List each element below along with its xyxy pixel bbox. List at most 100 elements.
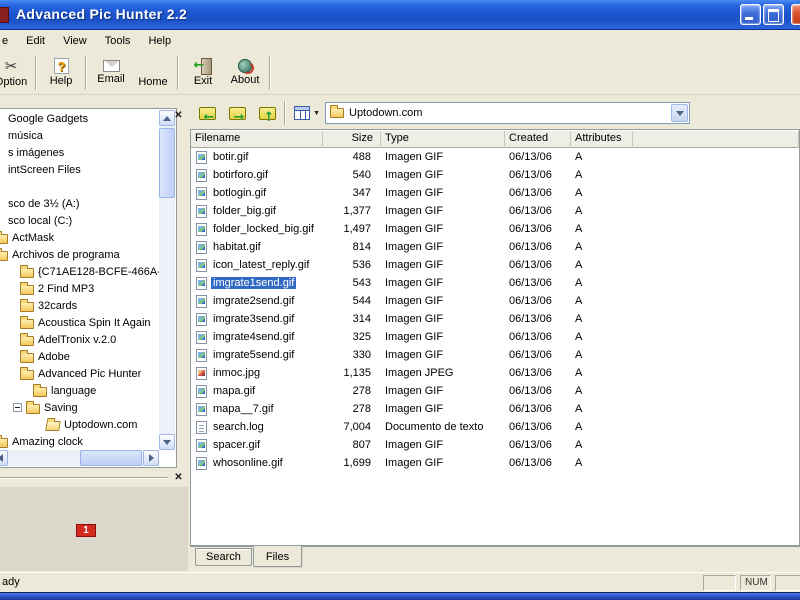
filename: icon_latest_reply.gif	[213, 259, 310, 271]
collapse-icon[interactable]	[13, 403, 22, 412]
tree-horizontal-scrollbar[interactable]	[0, 450, 159, 466]
email-icon	[102, 60, 120, 72]
tree-item[interactable]: Acoustica Spin It Again	[0, 314, 159, 331]
tree-item[interactable]: s imágenes	[0, 144, 159, 161]
vertical-scroll-thumb[interactable]	[159, 128, 175, 198]
file-row[interactable]: botir.gif 488 Imagen GIF 06/13/06 A	[191, 148, 799, 166]
tree-vertical-scrollbar[interactable]	[159, 110, 175, 450]
file-row[interactable]: mapa.gif 278 Imagen GIF 06/13/06 A	[191, 382, 799, 400]
tree-panel-close-icon[interactable]: ✕	[172, 109, 185, 122]
tree-item-label: {C71AE128-BCFE-466A-96F	[38, 265, 159, 278]
tree-item[interactable]: música	[0, 127, 159, 144]
type-cell: Imagen GIF	[385, 439, 444, 451]
notification-badge: 1	[76, 524, 96, 537]
maximize-button[interactable]	[763, 4, 784, 25]
minimize-button[interactable]	[740, 4, 761, 25]
tree-item[interactable]: AdelTronix v.2.0	[0, 331, 159, 348]
folder-icon	[20, 332, 34, 346]
tree-item[interactable]: Amazing clock	[0, 433, 159, 450]
tree-item[interactable]: {C71AE128-BCFE-466A-96F	[0, 263, 159, 280]
tree-item[interactable]: Google Gadgets	[0, 110, 159, 127]
navigation-toolbar: ← → ↑ ▼ Uptodown.com	[190, 97, 800, 129]
views-button[interactable]: ▼	[294, 101, 320, 125]
column-header-size[interactable]: Size	[323, 130, 381, 148]
panel-divider	[0, 477, 168, 479]
menu-item-View[interactable]: View	[54, 33, 96, 49]
column-header-type[interactable]: Type	[381, 130, 505, 148]
file-row[interactable]: imgrate3send.gif 314 Imagen GIF 06/13/06 A	[191, 310, 799, 328]
filename-cell: mapa.gif	[191, 384, 323, 398]
menu-item-e[interactable]: e	[0, 33, 17, 49]
tree-item[interactable]: Saving	[0, 399, 159, 416]
file-row[interactable]: folder_big.gif 1,377 Imagen GIF 06/13/06 A	[191, 202, 799, 220]
scroll-left-button[interactable]	[0, 450, 8, 466]
menu-item-Tools[interactable]: Tools	[96, 33, 140, 49]
size-cell: 543	[352, 277, 371, 289]
folder-icon	[0, 434, 8, 448]
address-dropdown-button[interactable]	[671, 104, 688, 122]
back-button[interactable]: ←	[194, 101, 220, 125]
file-row[interactable]: habitat.gif 814 Imagen GIF 06/13/06 A	[191, 238, 799, 256]
tree-item[interactable]: language	[0, 382, 159, 399]
email-button[interactable]: Email	[90, 53, 132, 93]
tree-item[interactable]: Adobe	[0, 348, 159, 365]
tree-item[interactable]	[0, 178, 159, 195]
up-button[interactable]: ↑	[254, 101, 280, 125]
file-row[interactable]: imgrate5send.gif 330 Imagen GIF 06/13/06 A	[191, 346, 799, 364]
file-row[interactable]: spacer.gif 807 Imagen GIF 06/13/06 A	[191, 436, 799, 454]
tree-item[interactable]: Archivos de programa	[0, 246, 159, 263]
exit-button[interactable]: Exit	[182, 53, 224, 93]
help-icon	[53, 58, 69, 74]
about-button[interactable]: About	[224, 53, 266, 93]
scroll-down-button[interactable]	[159, 434, 175, 450]
tree-item[interactable]: ActMask	[0, 229, 159, 246]
tree-item[interactable]: sco de 3½ (A:)	[0, 195, 159, 212]
file-row[interactable]: search.log 7,004 Documento de texto 06/13/0…	[191, 418, 799, 436]
scroll-right-button[interactable]	[143, 450, 159, 466]
preview-panel: 1	[0, 487, 188, 571]
tree-item-label: 32cards	[38, 299, 78, 312]
tree-item[interactable]: 2 Find MP3	[0, 280, 159, 297]
file-row[interactable]: mapa__7.gif 278 Imagen GIF 06/13/06 A	[191, 400, 799, 418]
tab-files[interactable]: Files	[252, 546, 303, 567]
tree-item[interactable]: sco local (C:)	[0, 212, 159, 229]
attr-cell: A	[575, 385, 583, 397]
created-cell: 06/13/06	[509, 331, 552, 343]
home-button[interactable]: Home	[132, 53, 174, 93]
tree-item[interactable]: Uptodown.com	[0, 416, 159, 433]
file-row[interactable]: botirforo.gif 540 Imagen GIF 06/13/06 A	[191, 166, 799, 184]
menu-item-Edit[interactable]: Edit	[17, 33, 54, 49]
file-row[interactable]: imgrate4send.gif 325 Imagen GIF 06/13/06 A	[191, 328, 799, 346]
chevron-down-icon: ▼	[313, 109, 320, 117]
tab-search[interactable]: Search	[195, 548, 252, 566]
file-row[interactable]: botlogin.gif 347 Imagen GIF 06/13/06 A	[191, 184, 799, 202]
option-button[interactable]: ✂Option	[0, 53, 32, 93]
file-row[interactable]: folder_locked_big.gif 1,497 Imagen GIF 06/1…	[191, 220, 799, 238]
filename-cell: folder_big.gif	[191, 204, 323, 218]
preview-panel-close-icon[interactable]: ✕	[172, 471, 185, 484]
column-header-attributes[interactable]: Attributes	[571, 130, 633, 148]
help-button[interactable]: Help	[40, 53, 82, 93]
file-row[interactable]: inmoc.jpg 1,135 Imagen JPEG 06/13/06 A	[191, 364, 799, 382]
tree-item[interactable]: Advanced Pic Hunter	[0, 365, 159, 382]
app-icon	[0, 7, 9, 23]
column-header-created[interactable]: Created	[505, 130, 571, 148]
file-row[interactable]: icon_latest_reply.gif 536 Imagen GIF 06/13/…	[191, 256, 799, 274]
tree-item[interactable]: 32cards	[0, 297, 159, 314]
file-row[interactable]: imgrate1send.gif 543 Imagen GIF 06/13/06 A	[191, 274, 799, 292]
status-panel-1	[703, 575, 736, 591]
attr-cell: A	[575, 169, 583, 181]
column-header-filename[interactable]: Filename	[191, 130, 323, 148]
created-cell: 06/13/06	[509, 151, 552, 163]
size-cell: 488	[352, 151, 371, 163]
menu-item-Help[interactable]: Help	[139, 33, 180, 49]
address-combobox[interactable]: Uptodown.com	[325, 102, 690, 124]
forward-button[interactable]: →	[224, 101, 250, 125]
horizontal-scroll-thumb[interactable]	[80, 450, 142, 466]
close-button[interactable]	[791, 4, 800, 25]
application-window: Advanced Pic Hunter 2.2 e Edit View Tools He…	[0, 0, 800, 600]
file-row[interactable]: imgrate2send.gif 544 Imagen GIF 06/13/06 A	[191, 292, 799, 310]
tree-item[interactable]: intScreen Files	[0, 161, 159, 178]
filename-cell: habitat.gif	[191, 240, 323, 254]
file-row[interactable]: whosonline.gif 1,699 Imagen GIF 06/13/06 A	[191, 454, 799, 472]
